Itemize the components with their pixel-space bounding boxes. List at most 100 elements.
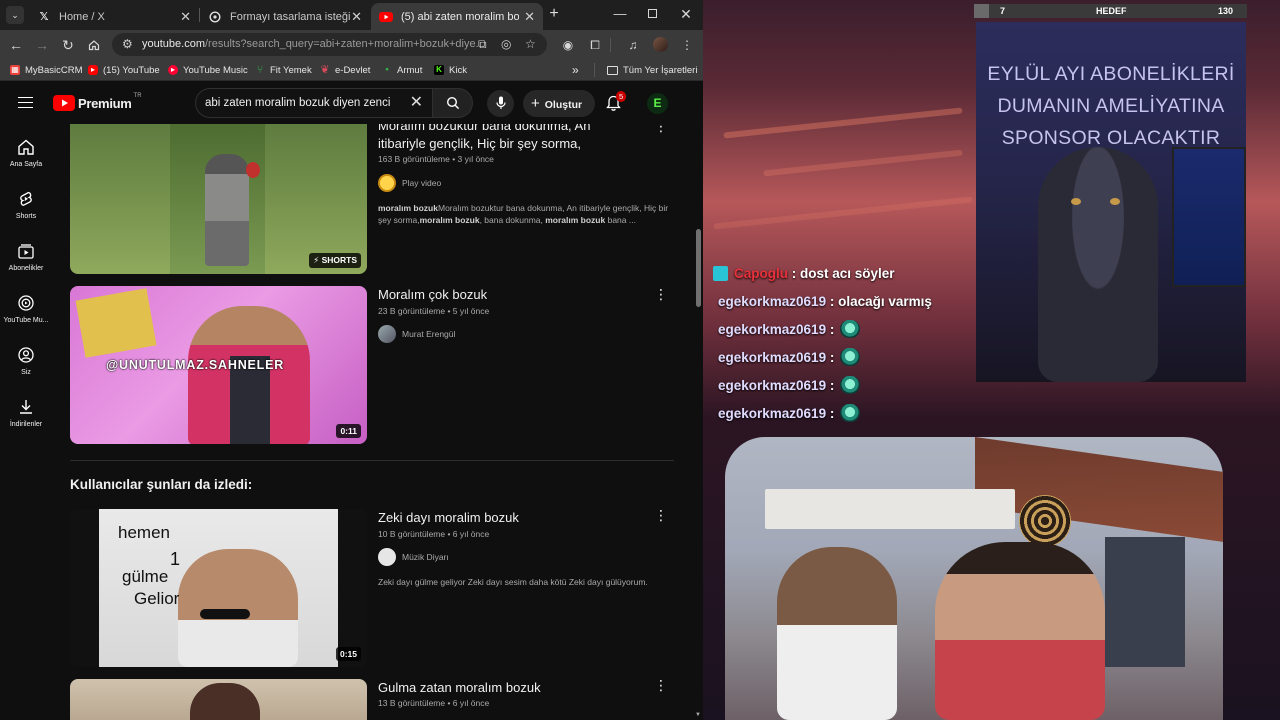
- browser-toolbar: ← → ↻ ⚙ youtube.com/results?search_query…: [0, 30, 703, 59]
- plus-icon: +: [531, 95, 540, 112]
- bookmark-youtube-music[interactable]: ▸ YouTube Music: [168, 62, 248, 78]
- bookmark-star-icon[interactable]: ☆: [525, 33, 536, 56]
- account-avatar[interactable]: E: [647, 93, 668, 114]
- clear-search-icon[interactable]: ✕: [410, 89, 423, 117]
- page-scrollbar[interactable]: ▼: [694, 124, 703, 720]
- search-results: ⚡ SHORTS Moralım bozuktur bana dokunma, …: [52, 124, 694, 720]
- bookmarks-divider: [594, 63, 595, 77]
- sidebar-item-you[interactable]: Siz: [0, 346, 52, 376]
- bookmark-mybasiccrm[interactable]: ▦ MyBasicCRM: [10, 62, 83, 78]
- bookmark-youtube[interactable]: ▸ (15) YouTube: [88, 62, 160, 78]
- video-thumbnail[interactable]: ⚡ SHORTS: [70, 124, 367, 274]
- new-tab-button[interactable]: +: [546, 5, 562, 23]
- google-lens-icon[interactable]: ◉: [558, 35, 578, 55]
- section-divider: [70, 460, 674, 461]
- folder-icon: [607, 65, 618, 75]
- tab-chatgpt[interactable]: Formayı tasarlama isteği ✕: [200, 3, 370, 30]
- reload-button[interactable]: ↻: [58, 35, 78, 55]
- man-figure: [205, 154, 249, 266]
- search-query: abi zaten moralim bozuk diyen zenci: [205, 97, 391, 109]
- video-description: moralım bozukMoralım bozuktur bana dokun…: [378, 203, 669, 225]
- subscriptions-icon: [18, 244, 34, 259]
- video-thumbnail[interactable]: [70, 679, 367, 720]
- close-tab-icon[interactable]: ✕: [351, 9, 362, 25]
- sidebar-item-home[interactable]: Ana Sayfa: [0, 138, 52, 168]
- hamburger-menu-icon[interactable]: [18, 97, 33, 108]
- video-title[interactable]: Moralım bozuktur bana dokunma, An itibar…: [378, 124, 658, 153]
- video-thumbnail[interactable]: hemen 1 gülme Gelior 0:15: [70, 509, 367, 667]
- scroll-down-arrow-icon[interactable]: ▼: [695, 712, 701, 718]
- subscriber-goal-bar: 7 HEDEF 130: [974, 4, 1247, 18]
- maximize-button[interactable]: [638, 4, 666, 24]
- channel-link[interactable]: Play video: [378, 174, 441, 192]
- site-info-icon[interactable]: ⚙: [122, 33, 133, 56]
- tab-youtube-results[interactable]: (5) abi zaten moralim bozuk d ✕: [371, 3, 543, 30]
- notifications-button[interactable]: 5: [606, 91, 627, 113]
- home-button[interactable]: [84, 35, 104, 55]
- chat-message: Capoglu : dost acı söyler: [713, 262, 895, 284]
- video-thumbnail[interactable]: @UNUTULMAZ.SAHNELER 0:11: [70, 286, 367, 444]
- youtube-music-icon: ▸: [168, 65, 178, 75]
- home-icon: [18, 139, 34, 155]
- bookmarks-overflow-button[interactable]: »: [572, 62, 579, 78]
- x-logo-icon: 𝕏: [39, 11, 49, 23]
- video-menu-kebab-icon[interactable]: ⋮: [654, 286, 668, 303]
- video-menu-kebab-icon[interactable]: ⋮: [654, 677, 668, 694]
- close-tab-icon[interactable]: ✕: [180, 9, 191, 25]
- bookmark-armut[interactable]: ⬩ Armut: [382, 62, 422, 78]
- channel-link[interactable]: Murat Erengül: [378, 325, 455, 343]
- sidebar-item-youtube-music[interactable]: YouTube Mu...: [0, 294, 52, 324]
- sidebar-item-downloads[interactable]: İndirilenler: [0, 398, 52, 428]
- tab-x-home[interactable]: 𝕏 Home / X ✕: [29, 3, 199, 30]
- extensions-icon[interactable]: ⧠: [585, 35, 605, 55]
- fork-icon: ⑂: [256, 64, 264, 76]
- media-control-icon[interactable]: ♫: [623, 35, 643, 55]
- bookmark-kick[interactable]: K Kick: [434, 62, 467, 78]
- eye-off-icon[interactable]: ◎: [501, 33, 511, 56]
- youtube-premium-logo[interactable]: Premium TR: [53, 93, 142, 111]
- channel-link[interactable]: Müzik Diyarı: [378, 548, 449, 566]
- back-button[interactable]: ←: [6, 35, 26, 55]
- video-title[interactable]: Gulma zatan moralım bozuk: [378, 679, 541, 697]
- toolbar-divider: [610, 38, 611, 52]
- chat-message: egekorkmaz0619 :: [718, 318, 861, 340]
- bookmark-fit-yemek[interactable]: ⑂ Fit Yemek: [255, 62, 312, 78]
- chat-username: egekorkmaz0619: [718, 405, 827, 421]
- forward-button[interactable]: →: [32, 35, 52, 55]
- goal-target: 130: [1218, 6, 1234, 16]
- poster: [75, 288, 157, 358]
- create-button[interactable]: + Oluştur: [523, 90, 595, 117]
- sidebar-item-shorts[interactable]: Shorts: [0, 190, 52, 220]
- close-window-button[interactable]: ✕: [672, 4, 700, 24]
- video-title[interactable]: Moralım çok bozuk: [378, 286, 487, 304]
- channel-avatar: [378, 548, 396, 566]
- chat-message: egekorkmaz0619 :: [718, 374, 861, 396]
- chat-message: egekorkmaz0619 : olacağı varmış: [718, 290, 932, 312]
- wall-shelf: [765, 489, 1015, 529]
- downloads-icon: [20, 400, 32, 414]
- cat-eye: [1071, 198, 1081, 205]
- bookmark-e-devlet[interactable]: ❦ e-Devlet: [320, 62, 370, 78]
- search-button[interactable]: [433, 88, 473, 118]
- all-bookmarks-button[interactable]: Tüm Yer İşaretleri: [607, 62, 697, 78]
- tab-search-button[interactable]: ⌄: [6, 6, 24, 24]
- video-menu-kebab-icon[interactable]: ⋮: [654, 124, 668, 135]
- video-title[interactable]: Zeki dayı moralim bozuk: [378, 509, 519, 527]
- install-app-icon[interactable]: ⧉: [478, 33, 487, 56]
- address-bar[interactable]: ⚙ youtube.com/results?search_query=abi+z…: [112, 33, 547, 56]
- shorts-badge: ⚡ SHORTS: [309, 253, 361, 268]
- pet-camera-feed: EYLÜL AYI ABONELİKLERİ DUMANIN AMELİYATI…: [976, 22, 1246, 382]
- sidebar-item-subscriptions[interactable]: Abonelikler: [0, 242, 52, 272]
- menu-kebab-icon[interactable]: ⋮: [677, 35, 697, 55]
- video-menu-kebab-icon[interactable]: ⋮: [654, 507, 668, 524]
- profile-avatar[interactable]: [650, 35, 670, 55]
- scrollbar-thumb[interactable]: [696, 229, 701, 307]
- chat-username: Capoglu: [734, 265, 788, 281]
- search-icon: [446, 96, 459, 110]
- close-tab-icon[interactable]: ✕: [524, 9, 535, 25]
- youtube-search-input[interactable]: abi zaten moralim bozuk diyen zenci ✕: [195, 88, 433, 118]
- voice-search-button[interactable]: [487, 90, 514, 117]
- person-right: [935, 542, 1105, 720]
- sky-streak: [763, 149, 963, 177]
- minimize-button[interactable]: —: [606, 4, 634, 24]
